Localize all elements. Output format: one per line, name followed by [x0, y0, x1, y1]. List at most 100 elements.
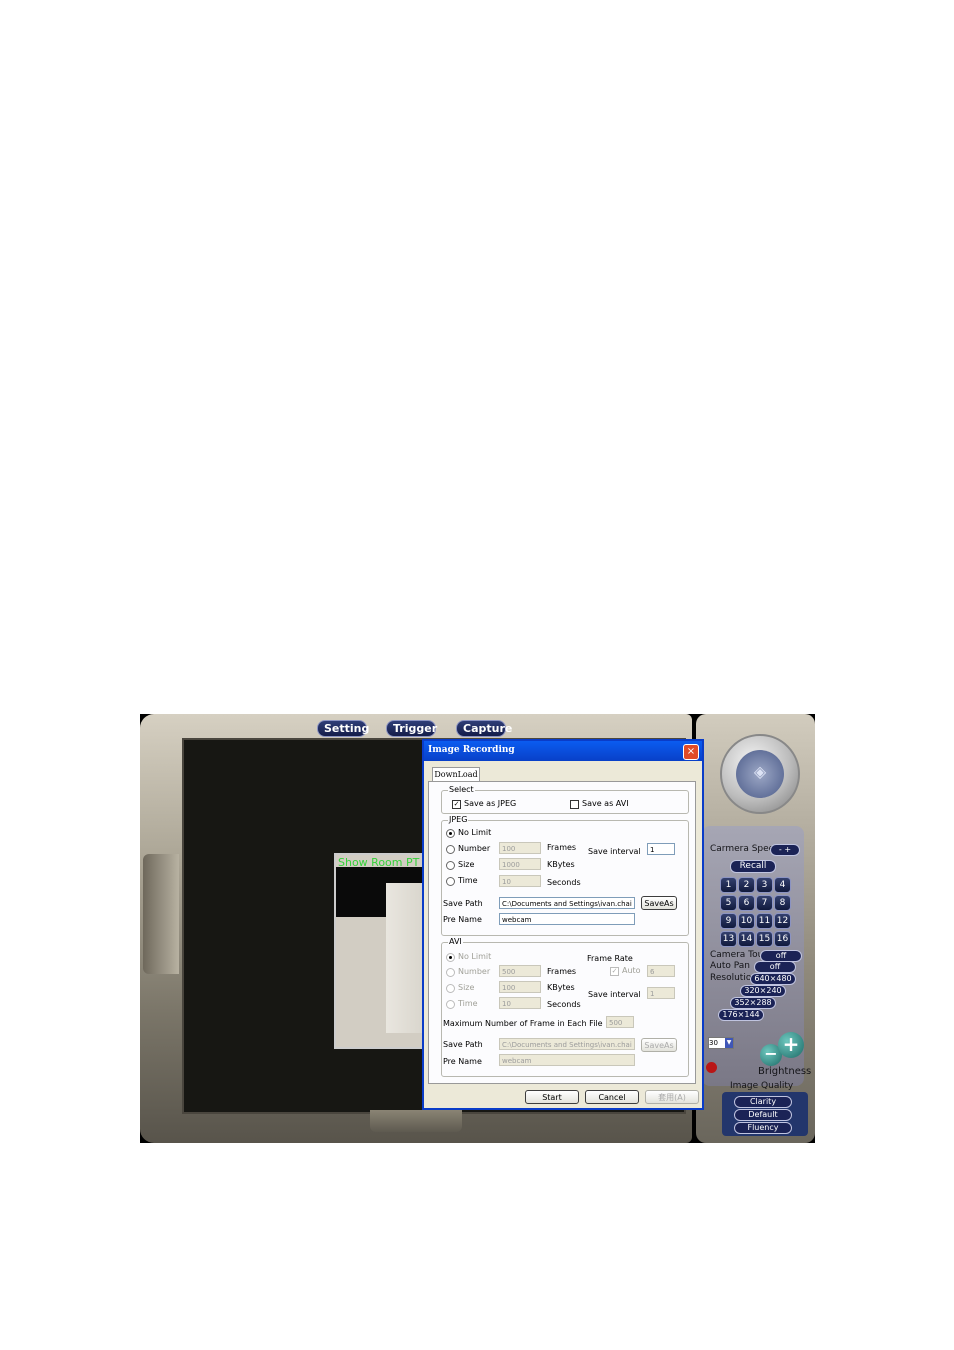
jpeg-frames-label: Frames	[547, 843, 577, 852]
record-icon[interactable]	[706, 1062, 717, 1073]
camera-tour-label: Camera Tour	[710, 950, 768, 960]
preset-14-button[interactable]: 14	[738, 931, 755, 947]
auto-pan-toggle[interactable]: off	[754, 961, 796, 973]
frame-rate-select[interactable]: 30 ▼	[708, 1037, 734, 1049]
capture-button[interactable]: Capture	[456, 720, 512, 737]
preset-9-button[interactable]: 9	[720, 913, 737, 929]
avi-frame-rate-label: Frame Rate	[587, 954, 633, 963]
jpeg-pre-name-input[interactable]: webcam	[499, 913, 635, 925]
avi-save-path-label: Save Path	[443, 1040, 483, 1049]
avi-time-radio[interactable]	[446, 1000, 455, 1009]
avi-save-path-input[interactable]: C:\Documents and Settings\ivan.chai	[499, 1038, 635, 1050]
avi-seconds-label: Seconds	[547, 1000, 581, 1009]
jpeg-kbytes-label: KBytes	[547, 860, 575, 869]
avi-pre-name-input[interactable]: webcam	[499, 1054, 635, 1066]
jpeg-time-input[interactable]: 10	[499, 875, 541, 887]
avi-auto-label: Auto	[622, 966, 641, 975]
avi-time-label: Time	[458, 999, 478, 1008]
preset-11-button[interactable]: 11	[756, 913, 773, 929]
brightness-label: Brightness	[758, 1066, 812, 1077]
preset-2-button[interactable]: 2	[738, 877, 755, 893]
jpeg-size-radio[interactable]	[446, 861, 455, 870]
resolution-176x144-button[interactable]: 176×144	[718, 1009, 764, 1021]
close-button[interactable]: ×	[683, 744, 699, 760]
save-as-avi-label: Save as AVI	[582, 799, 629, 808]
camera-speed-control[interactable]: - +	[770, 844, 800, 856]
recall-button[interactable]: Recall	[730, 860, 776, 873]
preset-16-button[interactable]: 16	[774, 931, 791, 947]
jpeg-group: JPEG No Limit Number 100 Frames Save int…	[441, 815, 689, 936]
bottom-handle	[370, 1110, 462, 1132]
left-handle	[143, 854, 179, 974]
jpeg-size-label: Size	[458, 860, 475, 869]
jpeg-pre-name-label: Pre Name	[443, 915, 482, 924]
avi-group: AVI No Limit Frame Rate Number 500 Frame…	[441, 937, 689, 1077]
avi-kbytes-label: KBytes	[547, 983, 575, 992]
jpeg-no-limit-radio[interactable]	[446, 829, 455, 838]
resolution-320x240-button[interactable]: 320×240	[740, 985, 786, 997]
jpeg-seconds-label: Seconds	[547, 878, 581, 887]
jpeg-no-limit-label: No Limit	[458, 828, 492, 837]
quality-fluency-button[interactable]: Fluency	[734, 1122, 792, 1134]
save-as-jpeg-label: Save as JPEG	[464, 799, 517, 808]
image-recording-dialog: Image Recording × DownLoad Select ✓ Save…	[422, 739, 704, 1110]
avi-max-frames-input[interactable]: 500	[606, 1016, 634, 1028]
cancel-button[interactable]: Cancel	[585, 1090, 639, 1104]
avi-number-input[interactable]: 500	[499, 965, 541, 977]
pan-tilt-dial[interactable]: ◈	[720, 734, 800, 814]
jpeg-group-label: JPEG	[448, 815, 469, 824]
preset-3-button[interactable]: 3	[756, 877, 773, 893]
start-button[interactable]: Start	[525, 1090, 579, 1104]
quality-clarity-button[interactable]: Clarity	[734, 1096, 792, 1108]
jpeg-size-input[interactable]: 1000	[499, 858, 541, 870]
jpeg-number-radio[interactable]	[446, 845, 455, 854]
preset-7-button[interactable]: 7	[756, 895, 773, 911]
select-group-label: Select	[448, 785, 475, 794]
save-as-avi-checkbox[interactable]	[570, 800, 579, 809]
tab-download[interactable]: DownLoad	[432, 767, 480, 782]
jpeg-save-as-button[interactable]: SaveAs	[641, 896, 677, 910]
select-group: Select ✓ Save as JPEG Save as AVI	[441, 785, 689, 814]
apply-button[interactable]: 套用(A)	[645, 1090, 699, 1104]
avi-no-limit-radio[interactable]	[446, 953, 455, 962]
preset-1-button[interactable]: 1	[720, 877, 737, 893]
avi-size-radio[interactable]	[446, 984, 455, 993]
jpeg-time-radio[interactable]	[446, 877, 455, 886]
preset-5-button[interactable]: 5	[720, 895, 737, 911]
brightness-plus-button[interactable]: +	[778, 1032, 804, 1058]
dialog-titlebar[interactable]: Image Recording ×	[424, 741, 702, 761]
preset-10-button[interactable]: 10	[738, 913, 755, 929]
preset-12-button[interactable]: 12	[774, 913, 791, 929]
camera-control-panel: ◈ Carmera Speed - + Recall 1 2 3 4 5 6 7…	[696, 714, 815, 1143]
trigger-button[interactable]: Trigger	[386, 720, 437, 737]
quality-default-button[interactable]: Default	[734, 1109, 792, 1121]
direction-icon: ◈	[753, 762, 767, 781]
preset-8-button[interactable]: 8	[774, 895, 791, 911]
jpeg-save-path-label: Save Path	[443, 899, 483, 908]
setting-button[interactable]: Setting	[317, 720, 369, 737]
avi-save-as-button[interactable]: SaveAs	[641, 1038, 677, 1052]
avi-no-limit-label: No Limit	[458, 952, 492, 961]
image-quality-label: Image Quality	[730, 1081, 794, 1091]
avi-number-label: Number	[458, 967, 491, 976]
avi-save-interval-input[interactable]: 1	[647, 987, 675, 999]
avi-size-input[interactable]: 100	[499, 981, 541, 993]
avi-frame-rate-input[interactable]: 6	[647, 965, 675, 977]
dialog-title: Image Recording	[428, 745, 515, 755]
jpeg-number-label: Number	[458, 844, 491, 853]
save-as-jpeg-checkbox[interactable]: ✓	[452, 800, 461, 809]
preset-15-button[interactable]: 15	[756, 931, 773, 947]
resolution-352x288-button[interactable]: 352×288	[730, 997, 776, 1009]
avi-time-input[interactable]: 10	[499, 997, 541, 1009]
resolution-640x480-button[interactable]: 640×480	[750, 973, 796, 985]
avi-number-radio[interactable]	[446, 968, 455, 977]
jpeg-save-path-input[interactable]: C:\Documents and Settings\ivan.chai	[499, 897, 635, 909]
jpeg-number-input[interactable]: 100	[499, 842, 541, 854]
preset-4-button[interactable]: 4	[774, 877, 791, 893]
preset-13-button[interactable]: 13	[720, 931, 737, 947]
avi-pre-name-label: Pre Name	[443, 1057, 482, 1066]
avi-auto-checkbox[interactable]: ✓	[610, 967, 619, 976]
preset-6-button[interactable]: 6	[738, 895, 755, 911]
jpeg-save-interval-input[interactable]: 1	[647, 843, 675, 855]
download-tab-panel: Select ✓ Save as JPEG Save as AVI JPEG N…	[428, 781, 696, 1084]
